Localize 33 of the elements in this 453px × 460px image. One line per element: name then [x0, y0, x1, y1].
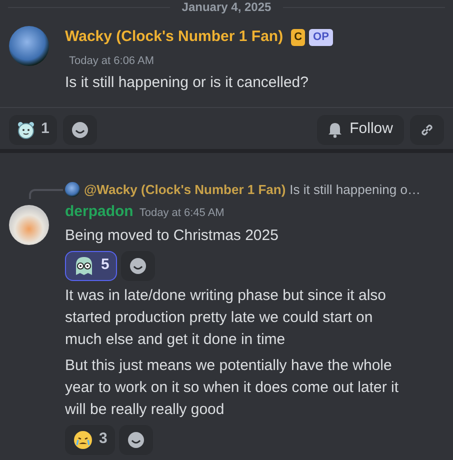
- reaction-button[interactable]: 5: [65, 250, 118, 280]
- copy-link-button[interactable]: [410, 114, 444, 144]
- add-reaction-button[interactable]: [63, 114, 98, 144]
- username: derpadon: [65, 202, 134, 222]
- add-reaction-button[interactable]: [119, 424, 154, 454]
- message-text: Being moved to Christmas 2025: [65, 226, 280, 246]
- add-reaction-icon: [129, 256, 148, 274]
- timestamp: Today at 6:06 AM: [69, 54, 155, 68]
- creature-icon: [73, 254, 95, 276]
- reaction-button[interactable]: 1: [9, 114, 58, 144]
- message-text: It was in late/done writing phase but since it also started production pretty late we could start on much else and get it done in time: [65, 286, 388, 350]
- message-text: But this just means we potentially have the whole year to work on it so when it does come out later it will be really really good: [65, 356, 400, 420]
- link-icon: [419, 122, 435, 138]
- role-badge: C: [291, 29, 306, 46]
- add-reaction-icon: [127, 430, 146, 448]
- date-divider: January 4, 2025: [182, 0, 272, 14]
- clock-face-icon: [17, 120, 35, 138]
- reply-connector: [29, 188, 63, 198]
- op-tag: OP: [309, 29, 333, 46]
- bell-icon: [328, 122, 342, 138]
- replied-username: @Wacky (Clock's Number 1 Fan): [84, 180, 286, 199]
- add-reaction-button[interactable]: [121, 250, 156, 280]
- reply-excerpt: Is it still happening o…: [290, 180, 420, 199]
- reaction-button[interactable]: 3: [65, 424, 116, 454]
- follow-button[interactable]: Follow: [316, 114, 404, 144]
- avatar: [9, 26, 49, 66]
- crying-face-icon: [73, 430, 93, 450]
- message-text: Is it still happening or is it cancelled?: [65, 73, 310, 93]
- timestamp: Today at 6:45 AM: [139, 206, 224, 221]
- add-reaction-icon: [71, 120, 90, 138]
- avatar: [9, 205, 49, 245]
- avatar: [65, 182, 80, 197]
- username: Wacky (Clock's Number 1 Fan): [65, 27, 284, 47]
